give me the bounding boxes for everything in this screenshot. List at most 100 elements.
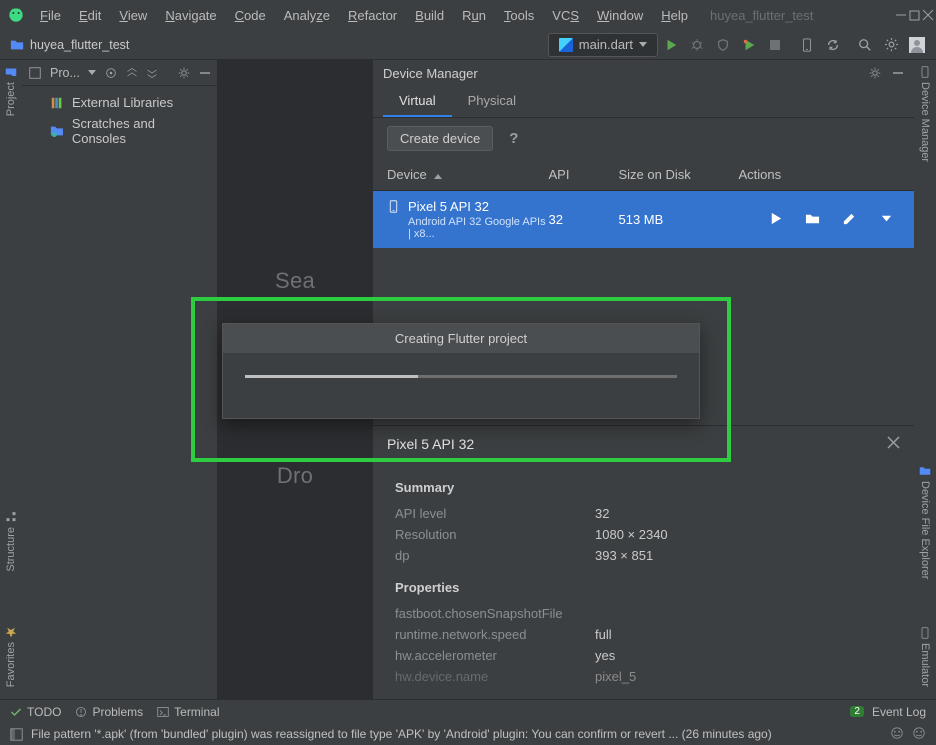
device-size: 513 MB bbox=[619, 212, 739, 227]
create-device-button[interactable]: Create device bbox=[387, 126, 493, 151]
device-table-header: Device API Size on Disk Actions bbox=[373, 159, 914, 191]
event-badge: 2 bbox=[850, 706, 864, 717]
hint-line: Sea bbox=[218, 250, 372, 312]
collapse-all-icon[interactable] bbox=[146, 67, 158, 79]
kv-val: 32 bbox=[595, 506, 892, 521]
menu-analyze[interactable]: Analyze bbox=[276, 4, 338, 27]
project-tool-title[interactable]: Pro... bbox=[50, 66, 80, 80]
gear-icon[interactable] bbox=[868, 66, 882, 80]
toolstrip-device-manager[interactable]: Device Manager bbox=[919, 66, 931, 162]
tree-item-label: External Libraries bbox=[72, 95, 173, 110]
menu-build[interactable]: Build bbox=[407, 4, 452, 27]
minimize-icon[interactable] bbox=[895, 1, 907, 29]
stop-button[interactable] bbox=[762, 32, 788, 58]
edit-icon[interactable] bbox=[842, 211, 857, 229]
search-button[interactable] bbox=[852, 32, 878, 58]
status-message[interactable]: File pattern '*.apk' (from 'bundled' plu… bbox=[31, 727, 772, 741]
device-row[interactable]: Pixel 5 API 32 Android API 32 Google API… bbox=[373, 191, 914, 248]
menu-tools[interactable]: Tools bbox=[496, 4, 542, 27]
properties-heading: Properties bbox=[395, 580, 892, 595]
bottom-tool-bar: TODO Problems Terminal 2Event Log bbox=[0, 699, 936, 723]
bottom-problems[interactable]: Problems bbox=[75, 705, 143, 719]
device-manager-tabs: Virtual Physical bbox=[373, 86, 914, 118]
menu-window[interactable]: Window bbox=[589, 4, 651, 27]
device-selector-button[interactable] bbox=[794, 32, 820, 58]
breadcrumb[interactable]: huyea_flutter_test bbox=[30, 38, 129, 52]
device-detail-header: Pixel 5 API 32 bbox=[373, 425, 914, 462]
hide-icon[interactable] bbox=[199, 67, 211, 79]
progress-modal: Creating Flutter project bbox=[222, 323, 700, 419]
device-api: 32 bbox=[549, 212, 619, 227]
profile-button[interactable] bbox=[736, 32, 762, 58]
toolstrip-emulator[interactable]: Emulator bbox=[919, 627, 931, 687]
toolwindow-toggle-icon[interactable] bbox=[10, 728, 23, 741]
menu-navigate[interactable]: Navigate bbox=[157, 4, 224, 27]
avatar-icon[interactable] bbox=[904, 32, 930, 58]
project-view-icon bbox=[28, 66, 42, 80]
kv-val: 1080 × 2340 bbox=[595, 527, 892, 542]
bottom-event-log[interactable]: 2Event Log bbox=[850, 705, 926, 719]
sync-button[interactable] bbox=[820, 32, 846, 58]
toolstrip-favorites[interactable]: Favorites bbox=[5, 626, 17, 687]
toolstrip-device-file-explorer[interactable]: Device File Explorer bbox=[919, 465, 931, 579]
debug-button[interactable] bbox=[684, 32, 710, 58]
select-target-icon[interactable] bbox=[104, 66, 118, 80]
menu-edit[interactable]: Edit bbox=[71, 4, 109, 27]
device-manager-header: Device Manager bbox=[373, 60, 914, 86]
help-icon[interactable]: ? bbox=[509, 130, 518, 147]
bottom-todo[interactable]: TODO bbox=[10, 705, 61, 719]
status-right-icons bbox=[890, 726, 926, 743]
kv-val: yes bbox=[595, 648, 892, 663]
kv-key: hw.accelerometer bbox=[395, 648, 595, 663]
bottom-terminal[interactable]: Terminal bbox=[157, 705, 219, 719]
col-size[interactable]: Size on Disk bbox=[619, 167, 739, 182]
kv-val bbox=[595, 606, 892, 621]
run-device-icon[interactable] bbox=[768, 211, 783, 229]
chevron-down-icon bbox=[639, 42, 647, 47]
run-button[interactable] bbox=[658, 32, 684, 58]
inspections-ok-icon[interactable] bbox=[890, 726, 904, 743]
kv-val: 393 × 851 bbox=[595, 548, 892, 563]
run-configuration-selector[interactable]: main.dart bbox=[548, 33, 658, 57]
tab-physical[interactable]: Physical bbox=[452, 86, 532, 117]
toolstrip-structure[interactable]: Structure bbox=[5, 511, 17, 572]
status-bar: File pattern '*.apk' (from 'bundled' plu… bbox=[0, 723, 936, 745]
menu-file[interactable]: File bbox=[32, 4, 69, 27]
coverage-button[interactable] bbox=[710, 32, 736, 58]
memory-indicator-icon[interactable] bbox=[912, 726, 926, 743]
folder-icon bbox=[10, 38, 24, 52]
menu-refactor[interactable]: Refactor bbox=[340, 4, 405, 27]
hint-line: Dro bbox=[218, 445, 372, 507]
settings-button[interactable] bbox=[878, 32, 904, 58]
project-tool-window: Pro... External Libraries Scratches and … bbox=[22, 60, 218, 699]
hide-icon[interactable] bbox=[892, 67, 904, 79]
device-detail-title: Pixel 5 API 32 bbox=[387, 436, 474, 452]
close-icon[interactable] bbox=[922, 1, 934, 29]
scratches-icon bbox=[50, 124, 64, 138]
tree-external-libraries[interactable]: External Libraries bbox=[28, 92, 211, 113]
chevron-down-icon[interactable] bbox=[879, 211, 894, 229]
menu-view[interactable]: View bbox=[111, 4, 155, 27]
expand-all-icon[interactable] bbox=[126, 67, 138, 79]
menu-vcs[interactable]: VCS bbox=[544, 4, 587, 27]
progress-bar bbox=[245, 375, 677, 378]
device-row-actions bbox=[739, 211, 901, 229]
toolstrip-project[interactable]: Project bbox=[5, 66, 17, 116]
run-config-label: main.dart bbox=[579, 37, 633, 52]
gear-icon[interactable] bbox=[177, 66, 191, 80]
menu-code[interactable]: Code bbox=[227, 4, 274, 27]
menu-run[interactable]: Run bbox=[454, 4, 494, 27]
close-detail-icon[interactable] bbox=[887, 436, 900, 452]
tab-virtual[interactable]: Virtual bbox=[383, 86, 452, 117]
col-api[interactable]: API bbox=[549, 167, 619, 182]
tree-scratches[interactable]: Scratches and Consoles bbox=[28, 113, 211, 149]
phone-icon bbox=[387, 200, 400, 213]
menu-help[interactable]: Help bbox=[653, 4, 696, 27]
flutter-icon bbox=[559, 38, 573, 52]
project-tree[interactable]: External Libraries Scratches and Console… bbox=[22, 86, 217, 155]
open-folder-icon[interactable] bbox=[805, 211, 820, 229]
chevron-down-icon[interactable] bbox=[88, 70, 96, 75]
col-device[interactable]: Device bbox=[387, 167, 549, 182]
maximize-icon[interactable] bbox=[909, 1, 920, 29]
kv-key: Resolution bbox=[395, 527, 595, 542]
